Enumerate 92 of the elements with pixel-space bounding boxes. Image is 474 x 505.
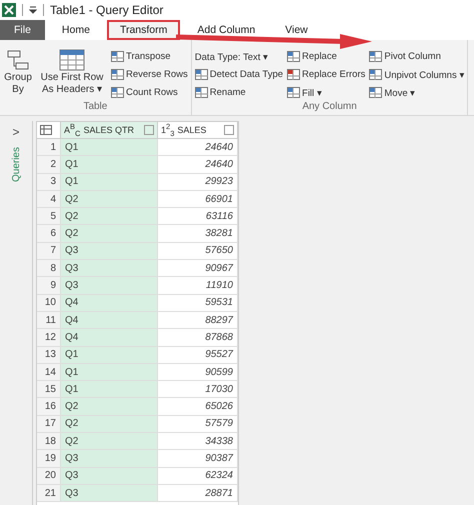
ribbon-button[interactable]: Reverse Rows [111,66,188,83]
table-cell: Q4 [61,294,158,312]
row-number: 1 [37,139,61,156]
table-cell: 29923 [158,174,238,191]
table-cell: 87868 [158,329,238,347]
row-number: 13 [37,346,61,364]
table-cell: 38281 [158,225,238,243]
queries-pane-label: Queries [10,147,22,182]
table-cell: Q2 [61,190,158,208]
file-tab[interactable]: File [0,20,45,40]
table-cell: Q1 [61,346,158,364]
window-title: Table1 - Query Editor [50,3,164,17]
row-number: 12 [37,329,61,347]
group-by-icon [5,48,31,72]
table-cell: 28871 [158,484,238,502]
table-cell: 90967 [158,260,238,278]
table-cell: Q1 [61,381,158,398]
table-cell: Q1 [61,156,158,174]
column-header[interactable]: 1$^{2}$$_{3}$ SALES [158,122,238,139]
row-number: 16 [37,398,61,416]
table-cell: 24640 [158,139,238,156]
table-cell: Q2 [61,433,158,450]
group-label: Table [82,101,108,114]
ribbon-button[interactable]: Group By [3,48,33,101]
table-cell: Q4 [61,312,158,330]
table-cell: 95527 [158,346,238,364]
ribbon-button[interactable]: Use First Row As Headers ▾ [37,48,107,101]
table-cell: 24640 [158,156,238,174]
row-number: 14 [37,364,61,382]
row-number: 15 [37,381,61,398]
column-name: SALES QTR [83,125,134,135]
ribbon-button[interactable]: Count Rows [111,84,188,101]
table-cell: 66901 [158,190,238,208]
table-cell: 57650 [158,242,238,260]
row-number: 3 [37,174,61,191]
table-cell: 17030 [158,381,238,398]
expand-toggle[interactable]: > [12,125,20,139]
ribbon-button[interactable]: Rename [194,84,284,101]
ribbon-button[interactable]: Fill ▾ [287,84,366,101]
row-number: 2 [37,156,61,174]
row-number: 8 [37,260,61,278]
row-number: 20 [37,468,61,485]
row-number: 19 [37,450,61,468]
table-cell: Q3 [61,260,158,278]
table-cell: 90599 [158,364,238,382]
table-cell: 34338 [158,433,238,450]
table-cell: Q3 [61,468,158,485]
group-label: Any Column [301,101,358,114]
ribbon-button[interactable]: Pivot Column [369,48,464,65]
table-cell: 63116 [158,208,238,226]
ribbon-button[interactable]: Unpivot Columns ▾ [369,66,464,83]
table-cell: Q4 [61,329,158,347]
ribbon-button[interactable]: Data Type: Text ▾ [194,48,284,65]
table-cell: 65026 [158,398,238,416]
ribbon-button[interactable]: Move ▾ [369,84,464,101]
ribbon-tab[interactable]: Transform [106,20,180,40]
row-number: 9 [37,277,61,295]
row-number: 18 [37,433,61,450]
table-menu-icon[interactable] [37,122,61,139]
row-number: 7 [37,242,61,260]
table-cell: 59531 [158,294,238,312]
table-cell: Q1 [61,174,158,191]
table-cell: 62324 [158,468,238,485]
column-name: SALES [177,125,206,135]
table-cell: Q3 [61,450,158,468]
ribbon-button[interactable]: Replace [287,48,366,65]
column-header[interactable]: A$^{B}$$_{C}$ SALES QTR [61,122,158,139]
table-cell: Q3 [61,242,158,260]
row-number: 10 [37,294,61,312]
table-cell: 57579 [158,416,238,434]
table-cell: Q2 [61,416,158,434]
row-number: 6 [37,225,61,243]
table-cell: Q3 [61,277,158,295]
quick-access-icon[interactable] [29,6,37,14]
row-number: 17 [37,416,61,434]
row-number: 4 [37,190,61,208]
row-number: 5 [37,208,61,226]
row-number: 11 [37,312,61,330]
ribbon-button[interactable]: Detect Data Type [194,66,284,83]
table-cell: 90387 [158,450,238,468]
ribbon-button[interactable]: Transpose [111,48,188,65]
table-icon [58,48,86,72]
table-cell: Q2 [61,208,158,226]
table-cell: Q1 [61,364,158,382]
table-cell: 88297 [158,312,238,330]
table-cell: Q1 [61,139,158,156]
table-cell: 11910 [158,277,238,295]
table-cell: Q3 [61,484,158,502]
table-cell: Q2 [61,225,158,243]
ribbon-button[interactable]: Replace Errors [287,66,366,83]
table-cell: Q2 [61,398,158,416]
row-number: 21 [37,484,61,502]
